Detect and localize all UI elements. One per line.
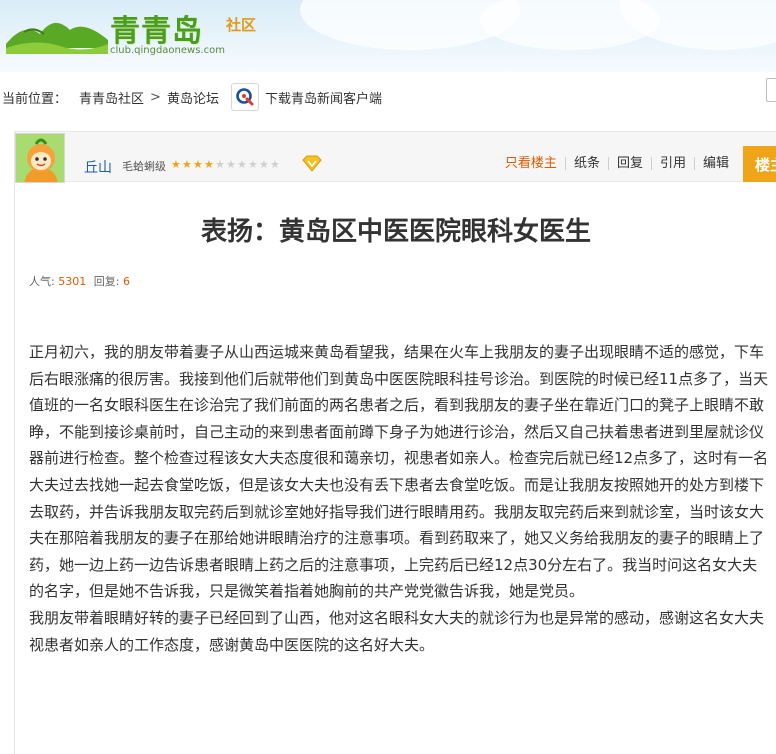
star-empty-icon: ★ xyxy=(248,158,258,171)
star-filled-icon: ★ xyxy=(193,158,203,171)
star-empty-icon: ★ xyxy=(226,158,236,171)
star-empty-icon: ★ xyxy=(237,158,247,171)
search-input[interactable] xyxy=(766,78,776,102)
post-container: 丘山 毛蛤蜊级 ★★★★★★★★★★ 只看楼主 纸条 回复 引用 编辑 楼主 表… xyxy=(14,131,776,754)
star-filled-icon: ★ xyxy=(204,158,214,171)
avatar-mascot-icon xyxy=(16,134,64,182)
logo-domain: club.qingdaonews.com xyxy=(110,45,225,56)
post-stats: 人气: 5301 回复: 6 xyxy=(29,273,130,289)
star-empty-icon: ★ xyxy=(259,158,269,171)
breadcrumb-link-huangdao-forum[interactable]: 黄岛论坛 xyxy=(167,88,219,107)
post-paragraph: 我朋友带着眼睛好转的妻子已经回到了山西，他对这名眼科女大夫的就诊行为也是异常的感… xyxy=(29,608,765,654)
author-bar: 丘山 毛蛤蜊级 ★★★★★★★★★★ 只看楼主 纸条 回复 引用 编辑 楼主 xyxy=(15,131,776,183)
post-paragraph: 正月初六，我的朋友带着妻子从山西运城来黄岛看望我，结果在火车上我朋友的妻子出现眼… xyxy=(29,343,769,601)
post-title: 表扬：黄岛区中医医院眼科女医生 xyxy=(200,217,591,247)
floor-tag: 楼主 xyxy=(743,146,776,182)
author-name-link[interactable]: 丘山 xyxy=(84,157,112,177)
breadcrumb-label: 当前位置： xyxy=(2,91,68,107)
logo-title[interactable]: 青青岛 xyxy=(110,6,203,50)
replies-label: 回复: xyxy=(93,275,120,288)
edit-button[interactable]: 编辑 xyxy=(693,157,737,170)
post-actions: 只看楼主 纸条 回复 引用 编辑 xyxy=(497,157,737,170)
star-empty-icon: ★ xyxy=(215,158,225,171)
breadcrumb-link-community[interactable]: 青青岛社区 xyxy=(79,88,144,107)
reply-button[interactable]: 回复 xyxy=(607,157,651,170)
site-header: 青青岛 社区 club.qingdaonews.com xyxy=(0,0,776,72)
post-body: 正月初六，我的朋友带着妻子从山西运城来黄岛看望我，结果在火车上我朋友的妻子出现眼… xyxy=(29,339,771,658)
news-app-icon[interactable] xyxy=(230,83,259,111)
vip-badge-icon xyxy=(302,155,322,172)
views-label: 人气: xyxy=(29,275,55,288)
breadcrumb: 当前位置： 青青岛社区 > 黄岛论坛 下载青岛新闻客户端 xyxy=(0,82,776,112)
download-app-link[interactable]: 下载青岛新闻客户端 xyxy=(265,88,382,107)
views-count: 5301 xyxy=(58,275,87,288)
star-filled-icon: ★ xyxy=(182,158,192,171)
quote-button[interactable]: 引用 xyxy=(650,157,694,170)
star-empty-icon: ★ xyxy=(270,158,280,171)
message-button[interactable]: 纸条 xyxy=(564,157,608,170)
only-op-button[interactable]: 只看楼主 xyxy=(497,157,565,170)
breadcrumb-separator: > xyxy=(150,89,161,105)
author-rank: 毛蛤蜊级 xyxy=(122,160,166,173)
author-level-stars: ★ ★ ★ ★ ★ ★ ★ ★ ★ ★ xyxy=(171,159,281,170)
logo-icon[interactable] xyxy=(4,4,114,60)
avatar[interactable] xyxy=(15,133,65,183)
logo-community-label[interactable]: 社区 xyxy=(226,14,256,35)
replies-count: 6 xyxy=(122,275,130,288)
star-filled-icon: ★ xyxy=(171,158,181,171)
